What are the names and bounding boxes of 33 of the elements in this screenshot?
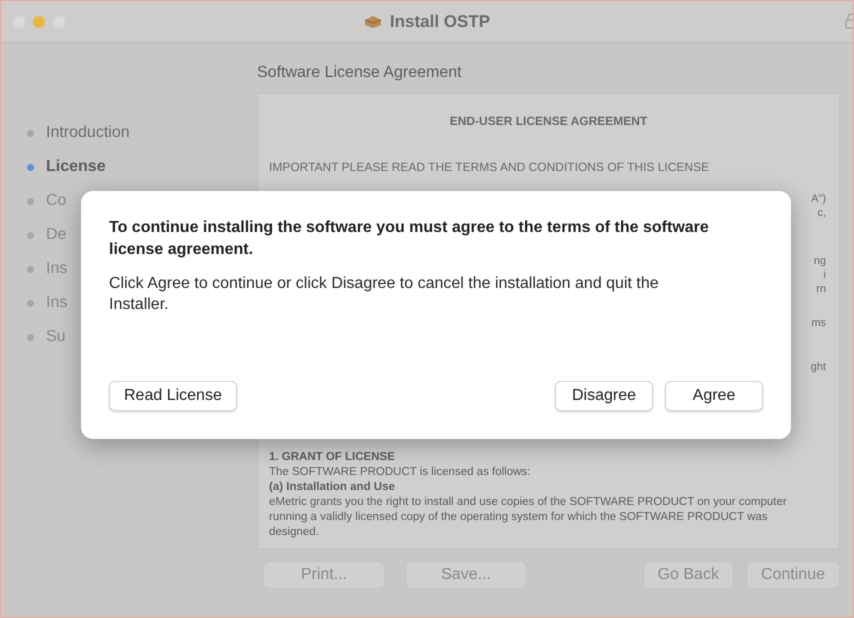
step-label: License — [46, 157, 106, 177]
minimize-window-icon[interactable] — [33, 16, 45, 28]
license-title: END-USER LICENSE AGREEMENT — [448, 113, 648, 130]
license-text: i — [824, 268, 826, 282]
dialog-button[interactable]: Agree — [665, 381, 763, 411]
license-text: IMPORTANT PLEASE READ THE TERMS AND CONDITIONS OF THIS LICENSE — [269, 159, 710, 176]
step-label: Ins — [46, 293, 68, 313]
page-heading: Software License Agreement — [257, 63, 463, 83]
footer-button[interactable]: Print... — [263, 561, 385, 589]
footer-button[interactable]: Continue — [746, 561, 840, 589]
license-text: The SOFTWARE PRODUCT is licensed as follows: — [269, 465, 532, 480]
package-icon — [364, 15, 382, 29]
license-text: rn — [816, 282, 826, 296]
dialog-message: Click Agree to continue or click Disagree to cancel the installation and quit the Installer. — [109, 274, 660, 315]
section-heading: (a) Installation and Use — [269, 480, 396, 495]
license-text: eMetric grants you the right to install and use copies of the SOFTWARE PRODUCT on your computer running a validly licensed copy of the operating system for which the SOFTWARE PRODUCT was designed. — [269, 495, 788, 540]
license-text: ng — [814, 254, 826, 268]
dialog-button[interactable]: Read License — [109, 381, 237, 411]
footer-button[interactable]: Save... — [405, 561, 527, 589]
dialog-button[interactable]: Disagree — [555, 381, 653, 411]
step-label: De — [46, 225, 66, 245]
dialog-title: To continue installing the software you must agree to the terms of the software license agreement. — [109, 218, 710, 260]
footer-button[interactable]: Go Back — [642, 561, 734, 589]
step-label: Co — [46, 191, 66, 211]
step-label: Introduction — [46, 123, 130, 143]
license-text: A") — [811, 192, 826, 206]
license-text: ms — [811, 316, 826, 330]
license-text: c, — [817, 206, 826, 220]
section-heading: 1. GRANT OF LICENSE — [269, 450, 396, 465]
license-text: ght — [810, 360, 826, 374]
step-label: Su — [46, 327, 66, 347]
step-label: Ins — [46, 259, 68, 279]
window-title: Install OSTP — [390, 11, 490, 34]
